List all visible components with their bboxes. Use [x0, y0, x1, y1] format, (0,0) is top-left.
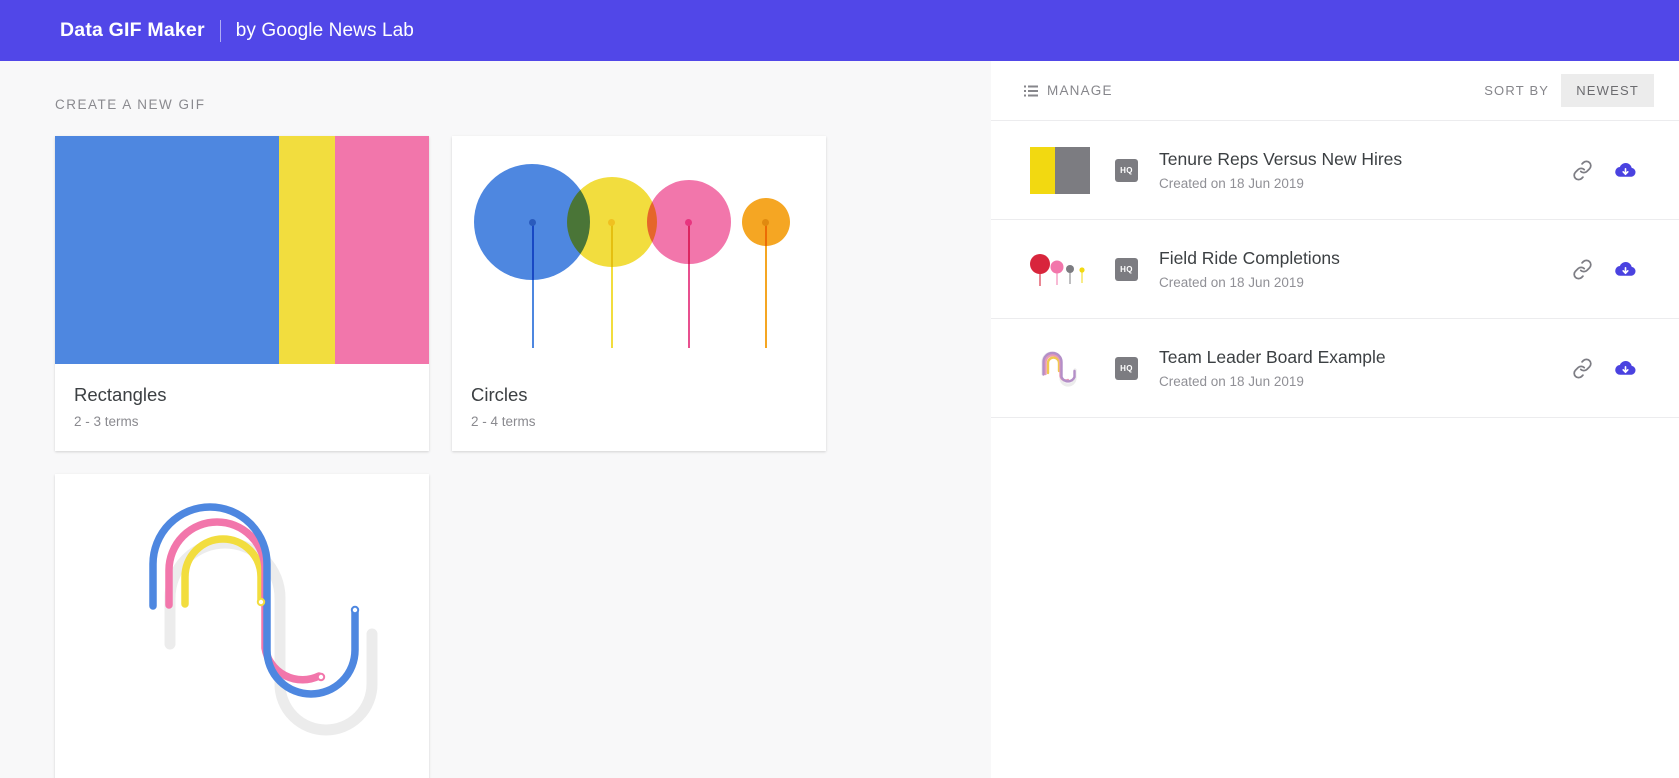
list-icon — [1024, 85, 1038, 96]
row-rect-bar-1 — [1030, 146, 1056, 194]
create-panel: CREATE A NEW GIF Rectangles 2 - 3 terms — [0, 61, 991, 778]
circle-dot-4 — [762, 219, 769, 226]
row-text-block: Team Leader Board Example Created on 18 … — [1159, 347, 1572, 389]
app-subtitle: by Google News Lab — [235, 19, 414, 41]
racetrack-thumbnail — [55, 474, 429, 774]
rect-bar-1 — [55, 136, 280, 364]
gif-list-row[interactable]: HQ Field Ride Completions Created on 18 … — [991, 220, 1679, 319]
row-text-block: Field Ride Completions Created on 18 Jun… — [1159, 248, 1572, 290]
card-terms: 2 - 3 terms — [74, 414, 139, 429]
template-card-rectangles[interactable]: Rectangles 2 - 3 terms — [55, 136, 429, 451]
row-actions — [1572, 159, 1654, 182]
template-card-grid: Rectangles 2 - 3 terms Circles 2 - 4 ter… — [55, 136, 991, 778]
rectangles-thumbnail — [55, 136, 429, 364]
main-content: CREATE A NEW GIF Rectangles 2 - 3 terms — [0, 61, 1679, 778]
racetrack-endpoint-pink — [316, 672, 326, 682]
circle-dot-1 — [529, 219, 536, 226]
row-thumbnail-racetrack — [1024, 342, 1096, 394]
cloud-download-icon[interactable] — [1614, 159, 1637, 182]
row-thumbnail-rectangles — [1024, 144, 1096, 196]
cloud-download-icon[interactable] — [1614, 258, 1637, 281]
circle-dot-2 — [608, 219, 615, 226]
racetrack-graphic — [149, 503, 378, 736]
link-icon[interactable] — [1572, 159, 1593, 181]
rectangles-card-meta: Rectangles 2 - 3 terms — [55, 364, 429, 451]
row-thumbnail-circles — [1024, 243, 1096, 295]
hq-badge: HQ — [1115, 257, 1138, 281]
app-header: Data GIF Maker by Google News Lab — [0, 0, 1679, 61]
link-icon[interactable] — [1572, 357, 1593, 379]
cloud-download-icon[interactable] — [1614, 357, 1637, 380]
racetrack-endpoint-blue — [350, 605, 360, 615]
template-card-circles[interactable]: Circles 2 - 4 terms — [452, 136, 826, 451]
brand-divider — [219, 19, 221, 42]
hq-badge: HQ — [1115, 356, 1138, 380]
manage-button[interactable]: MANAGE — [1024, 83, 1113, 98]
circles-stage — [452, 136, 826, 364]
row-racetrack-graphic — [1041, 351, 1077, 387]
rect-bar-3 — [335, 136, 429, 364]
gif-list-row[interactable]: HQ Tenure Reps Versus New Hires Created … — [991, 121, 1679, 220]
sort-value-button[interactable]: NEWEST — [1561, 74, 1654, 107]
gif-created-date: Created on 18 Jun 2019 — [1159, 275, 1304, 290]
card-title: Circles — [471, 384, 528, 405]
manage-label: MANAGE — [1047, 83, 1113, 98]
hq-badge: HQ — [1115, 158, 1138, 182]
row-circles-graphic — [1030, 253, 1085, 286]
card-title: Rectangles — [74, 384, 167, 405]
row-text-block: Tenure Reps Versus New Hires Created on … — [1159, 149, 1572, 191]
gif-title: Field Ride Completions — [1159, 248, 1340, 268]
sort-control: SORT BY NEWEST — [1484, 74, 1654, 107]
racetrack-card-meta: Racetrack 2 - 4 terms — [55, 774, 429, 778]
circle-dot-3 — [685, 219, 692, 226]
gif-title: Team Leader Board Example — [1159, 347, 1386, 367]
template-card-racetrack[interactable]: Racetrack 2 - 4 terms — [55, 474, 429, 778]
app-title: Data GIF Maker — [60, 19, 205, 41]
rect-bar-2 — [279, 136, 336, 364]
card-terms: 2 - 4 terms — [471, 414, 536, 429]
circles-card-meta: Circles 2 - 4 terms — [452, 364, 826, 451]
row-actions — [1572, 357, 1654, 380]
gif-title: Tenure Reps Versus New Hires — [1159, 149, 1403, 169]
rectangles-bars — [55, 136, 429, 364]
create-section-label: CREATE A NEW GIF — [55, 97, 206, 112]
row-actions — [1572, 258, 1654, 281]
circles-thumbnail — [452, 136, 826, 364]
saved-gifs-panel: MANAGE SORT BY NEWEST HQ Tenure Reps Ver… — [991, 61, 1679, 778]
link-icon[interactable] — [1572, 258, 1593, 280]
row-rect-bar-2 — [1055, 146, 1090, 194]
sort-by-label: SORT BY — [1484, 83, 1550, 98]
racetrack-endpoint-yellow — [256, 597, 266, 607]
saved-gifs-toolbar: MANAGE SORT BY NEWEST — [991, 61, 1679, 121]
gif-created-date: Created on 18 Jun 2019 — [1159, 176, 1304, 191]
gif-created-date: Created on 18 Jun 2019 — [1159, 374, 1304, 389]
gif-list-row[interactable]: HQ Team Leader Board Example Created on … — [991, 319, 1679, 418]
